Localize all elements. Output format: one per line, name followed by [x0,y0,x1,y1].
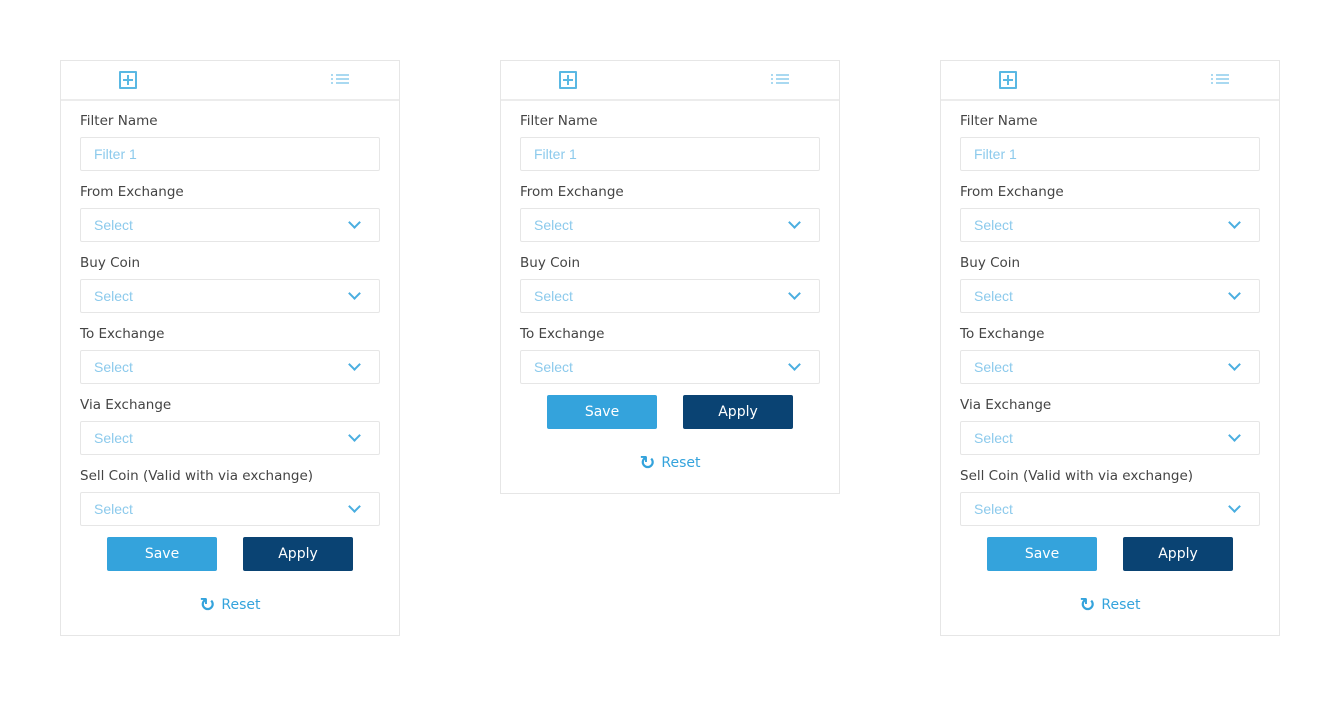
placeholder: Filter 1 [534,146,577,162]
chevron-down-icon [788,216,801,229]
panel-tabs [61,61,399,101]
select-value: Select [974,501,1013,517]
buy-coin-label: Buy Coin [960,255,1021,271]
buy-coin-label: Buy Coin [520,255,581,271]
filter-name-label: Filter Name [960,113,1038,129]
button-row: Save Apply [960,537,1260,571]
from-exchange-label: From Exchange [80,184,184,200]
button-row: Save Apply [520,395,820,429]
save-button[interactable]: Save [547,395,657,429]
to-exchange-label: To Exchange [80,326,165,342]
apply-button[interactable]: Apply [683,395,793,429]
filter-name-input[interactable]: Filter 1 [520,137,820,171]
buy-coin-select[interactable]: Select [960,279,1260,313]
reset-label: Reset [221,597,261,613]
filter-panel: Filter Name Filter 1 From Exchange Select Bu… [60,60,400,636]
chevron-down-icon [1228,500,1241,513]
select-value: Select [974,359,1013,375]
sell-coin-valid-with-via-exchange-label: Sell Coin (Valid with via exchange) [960,468,1194,484]
filter-panel: Filter Name Filter 1 From Exchange Select Bu… [940,60,1280,636]
buy-coin-label: Buy Coin [80,255,141,271]
chevron-down-icon [348,216,361,229]
select-value: Select [94,501,133,517]
apply-button[interactable]: Apply [1123,537,1233,571]
select-value: Select [534,288,573,304]
from-exchange-select[interactable]: Select [960,208,1260,242]
select-value: Select [94,430,133,446]
panel-tabs [501,61,839,101]
via-exchange-label: Via Exchange [960,397,1052,413]
filter-name-input[interactable]: Filter 1 [80,137,380,171]
chevron-down-icon [348,358,361,371]
filter-panel: Filter Name Filter 1 From Exchange Select Bu… [500,60,840,494]
plus-square-icon[interactable] [559,71,577,89]
reset-label: Reset [1101,597,1141,613]
apply-button[interactable]: Apply [243,537,353,571]
select-value: Select [534,217,573,233]
filter-name-label: Filter Name [80,113,158,129]
button-row: Save Apply [80,537,380,571]
via-exchange-select[interactable]: Select [80,421,380,455]
plus-square-icon[interactable] [999,71,1017,89]
chevron-down-icon [788,358,801,371]
select-value: Select [94,359,133,375]
to-exchange-label: To Exchange [520,326,605,342]
reset-link[interactable]: ↻ Reset [960,595,1260,615]
reset-label: Reset [661,455,701,471]
sell-coin-valid-with-via-exchange-label: Sell Coin (Valid with via exchange) [80,468,314,484]
via-exchange-label: Via Exchange [80,397,172,413]
select-value: Select [974,288,1013,304]
reset-link[interactable]: ↻ Reset [80,595,380,615]
filter-name-label: Filter Name [520,113,598,129]
chevron-down-icon [1228,216,1241,229]
select-value: Select [94,217,133,233]
from-exchange-select[interactable]: Select [520,208,820,242]
chevron-down-icon [788,287,801,300]
placeholder: Filter 1 [974,146,1017,162]
plus-square-icon[interactable] [119,71,137,89]
select-value: Select [534,359,573,375]
reset-link[interactable]: ↻ Reset [520,453,820,473]
refresh-icon: ↻ [639,452,656,474]
select-value: Select [974,430,1013,446]
list-icon[interactable] [331,74,349,86]
via-exchange-select[interactable]: Select [960,421,1260,455]
filter-form: Filter Name Filter 1 From Exchange Select Bu… [501,101,839,493]
filter-form: Filter Name Filter 1 From Exchange Select Bu… [941,101,1279,635]
from-exchange-select[interactable]: Select [80,208,380,242]
list-icon[interactable] [1211,74,1229,86]
to-exchange-select[interactable]: Select [520,350,820,384]
refresh-icon: ↻ [1079,594,1096,616]
filter-form: Filter Name Filter 1 From Exchange Select Bu… [61,101,399,635]
refresh-icon: ↻ [199,594,216,616]
sell-coin-valid-with-via-exchange-select[interactable]: Select [80,492,380,526]
sell-coin-valid-with-via-exchange-select[interactable]: Select [960,492,1260,526]
buy-coin-select[interactable]: Select [80,279,380,313]
chevron-down-icon [348,500,361,513]
from-exchange-label: From Exchange [520,184,624,200]
filter-name-input[interactable]: Filter 1 [960,137,1260,171]
to-exchange-select[interactable]: Select [960,350,1260,384]
chevron-down-icon [348,429,361,442]
select-value: Select [974,217,1013,233]
select-value: Select [94,288,133,304]
chevron-down-icon [1228,287,1241,300]
save-button[interactable]: Save [107,537,217,571]
chevron-down-icon [348,287,361,300]
list-icon[interactable] [771,74,789,86]
from-exchange-label: From Exchange [960,184,1064,200]
to-exchange-label: To Exchange [960,326,1045,342]
buy-coin-select[interactable]: Select [520,279,820,313]
save-button[interactable]: Save [987,537,1097,571]
to-exchange-select[interactable]: Select [80,350,380,384]
placeholder: Filter 1 [94,146,137,162]
panel-tabs [941,61,1279,101]
chevron-down-icon [1228,358,1241,371]
chevron-down-icon [1228,429,1241,442]
